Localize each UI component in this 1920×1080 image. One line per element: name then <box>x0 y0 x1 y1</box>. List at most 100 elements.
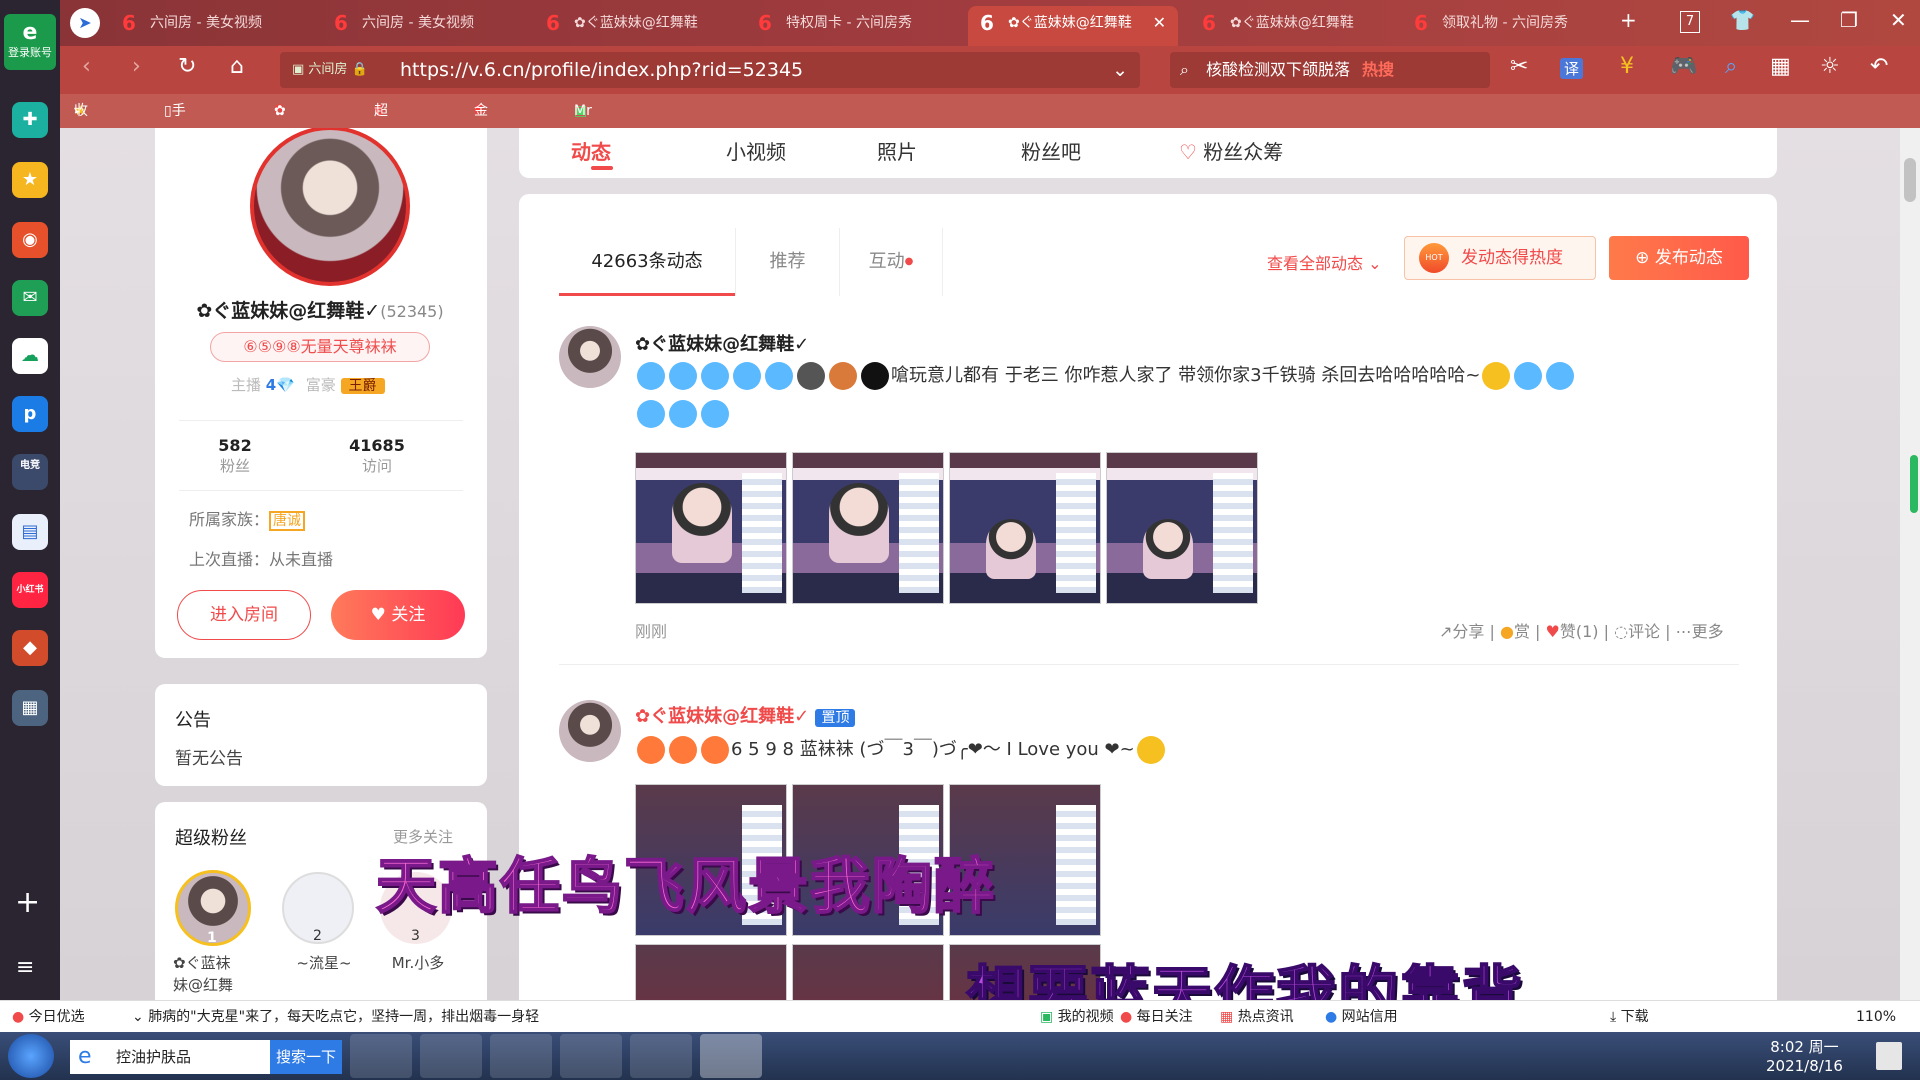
tab-3[interactable]: 6 ✿ぐ蓝妹妹@红舞鞋 <box>534 6 734 46</box>
post-1-avatar[interactable] <box>559 326 621 388</box>
status-download[interactable]: ⤓ 下载 <box>1610 1001 1649 1033</box>
nav-tab-photos[interactable]: 照片 <box>877 136 917 165</box>
tab-count-badge[interactable]: 7 <box>1680 11 1700 33</box>
status-daily[interactable]: ● 每日关注 <box>1120 1001 1193 1033</box>
taskbar-player-icon[interactable] <box>630 1034 692 1078</box>
dropdown-icon[interactable]: ⌄ <box>1112 52 1128 88</box>
avatar[interactable] <box>250 128 410 286</box>
fan-name-2[interactable]: ~流星~ <box>281 952 367 973</box>
clock[interactable]: 8:02 周一 2021/8/16 <box>1766 1036 1843 1075</box>
mail-icon[interactable]: ✉ <box>12 280 48 316</box>
status-news[interactable]: ▦ 热点资讯 <box>1220 1001 1294 1033</box>
scissors-icon[interactable]: ✂ <box>1510 54 1528 79</box>
side-handle[interactable] <box>1910 455 1918 513</box>
family-badge[interactable]: 唐诚 <box>269 511 306 531</box>
coin-icon[interactable]: ¥ <box>1620 54 1634 79</box>
new-tab-icon[interactable]: + <box>1620 8 1637 32</box>
minimize-icon[interactable]: — <box>1790 8 1810 32</box>
taskbar-search-button[interactable]: 搜索一下 <box>270 1040 342 1074</box>
news-ticker[interactable]: ⌄ 肺病的"大克星"来了，每天吃点它，坚持一周，排出烟毒一身轻 <box>132 1001 539 1033</box>
nav-tab-feed[interactable]: 动态 <box>571 136 611 165</box>
refresh-icon[interactable]: ↻ <box>178 54 196 79</box>
enter-room-button[interactable]: 进入房间 <box>177 590 311 640</box>
taskbar-folder-icon[interactable] <box>490 1034 552 1078</box>
navigate-icon[interactable]: ➤ <box>70 8 100 38</box>
like-link[interactable]: ♥赞(1) <box>1546 622 1599 641</box>
grid-icon[interactable]: ▦ <box>1770 54 1791 79</box>
undo-icon[interactable]: ↶ <box>1870 54 1888 79</box>
taskbar-ie-icon[interactable] <box>420 1034 482 1078</box>
feed-tab-recommend[interactable]: 推荐 <box>735 228 839 296</box>
page-scrollbar[interactable] <box>1900 128 1920 1000</box>
taskbar-ie-search-input[interactable]: e 控油护肤品 <box>70 1040 270 1074</box>
taskbar-browser-icon[interactable] <box>560 1034 622 1078</box>
post-1-author[interactable]: ✿ぐ蓝妹妹@红舞鞋✓ <box>635 330 809 356</box>
feed-tab-all[interactable]: 42663条动态 <box>559 228 735 296</box>
brightness-icon[interactable]: ☼ <box>1820 54 1840 79</box>
status-my-video[interactable]: ▣ 我的视频 <box>1040 1001 1114 1033</box>
address-input[interactable]: ▣ 六间房 🔒 https://v.6.cn/profile/index.php… <box>280 52 1140 88</box>
shirt-icon[interactable]: 👕 <box>1730 8 1755 32</box>
today-picks[interactable]: ● 今日优选 <box>12 1001 85 1033</box>
esports-icon[interactable]: 电竞 <box>12 454 48 490</box>
home-icon[interactable]: ⌂ <box>230 54 244 79</box>
xiaohongshu-icon[interactable]: 小红书 <box>12 572 48 608</box>
tab-1[interactable]: 6 六间房 - 美女视频 <box>110 6 310 46</box>
close-tab-icon[interactable]: ✕ <box>1153 6 1166 40</box>
nav-tab-videos[interactable]: 小视频 <box>726 136 786 165</box>
weibo-icon[interactable]: ◉ <box>12 222 48 258</box>
tab-6[interactable]: 6 ✿ぐ蓝妹妹@红舞鞋 <box>1190 6 1390 46</box>
taskbar-app-icon[interactable] <box>700 1034 762 1078</box>
zoom-level[interactable]: 110% <box>1856 1001 1896 1033</box>
reward-link[interactable]: ●赏 <box>1500 622 1530 641</box>
tab-4[interactable]: 6 特权周卡 - 六间房秀 <box>746 6 946 46</box>
p-app-icon[interactable]: p <box>12 396 48 432</box>
fan-name-1[interactable]: ✿ぐ蓝袜 妹@红舞 <box>173 952 259 996</box>
nav-tab-fanbar[interactable]: 粉丝吧 <box>1021 136 1081 165</box>
tab-5-active[interactable]: 6 ✿ぐ蓝妹妹@红舞鞋 ✕ <box>968 6 1178 46</box>
game-icon[interactable]: ◆ <box>12 630 48 666</box>
gamepad-icon[interactable]: 🎮 <box>1670 54 1697 79</box>
start-button[interactable] <box>8 1034 54 1078</box>
add-icon[interactable]: + <box>15 885 40 920</box>
post-1-image-2[interactable] <box>792 452 944 604</box>
view-all-dropdown[interactable]: 查看全部动态 ⌄ <box>1267 250 1382 274</box>
login-button[interactable]: e 登录账号 <box>4 14 56 70</box>
bookmark-favorites[interactable]: ★ 收藏 ▾ <box>74 94 88 153</box>
tab-7[interactable]: 6 领取礼物 - 六间房秀 <box>1402 6 1602 46</box>
post-2-image-4[interactable] <box>635 944 787 1000</box>
taskbar-k-app-icon[interactable] <box>350 1034 412 1078</box>
post-1-image-4[interactable] <box>1106 452 1258 604</box>
restore-icon[interactable]: ❐ <box>1840 8 1858 32</box>
plus-square-icon[interactable]: ✚ <box>12 102 48 138</box>
more-link[interactable]: ⋯更多 <box>1676 622 1724 641</box>
forward-icon[interactable]: › <box>132 54 141 79</box>
cloud-icon[interactable]: ☁ <box>12 338 48 374</box>
star-icon[interactable]: ★ <box>12 162 48 198</box>
status-credit[interactable]: ● 网站信用 <box>1325 1001 1398 1033</box>
heat-button[interactable]: HOT 发动态得热度 <box>1404 236 1596 280</box>
post-1-image-3[interactable] <box>949 452 1101 604</box>
back-icon[interactable]: ‹ <box>82 54 91 79</box>
post-2-image-5[interactable] <box>792 944 944 1000</box>
translate-icon[interactable]: 译 <box>1560 58 1584 79</box>
fan-name-3[interactable]: Mr.小多 <box>375 952 461 973</box>
doc-icon[interactable]: ▤ <box>12 514 48 550</box>
bookmark-mobile[interactable]: ▯ 手机收藏夹 <box>164 94 186 255</box>
fans-stat[interactable]: 582 粉丝 <box>205 436 265 476</box>
search-input[interactable]: ⌕ 核酸检测双下颌脱落 热搜 <box>1170 52 1490 88</box>
notification-center-icon[interactable] <box>1876 1042 1902 1070</box>
post-2-author[interactable]: ✿ぐ蓝妹妹@红舞鞋✓ 置顶 <box>635 702 856 728</box>
tv-icon[interactable]: ▦ <box>12 690 48 726</box>
scroll-thumb[interactable] <box>1904 158 1916 202</box>
magnifier-icon[interactable]: ⌕ <box>1725 54 1737 79</box>
follow-button[interactable]: ♥ 关注 <box>331 590 465 640</box>
feed-tab-interact[interactable]: 互动● <box>839 228 943 296</box>
tab-2[interactable]: 6 六间房 - 美女视频 <box>322 6 522 46</box>
visits-stat[interactable]: 41685 访问 <box>337 436 417 476</box>
menu-icon[interactable]: ≡ <box>16 955 34 980</box>
nav-tab-crowdfund[interactable]: ♡ 粉丝众筹 <box>1179 136 1283 165</box>
share-link[interactable]: ↗分享 <box>1439 622 1484 641</box>
post-2-avatar[interactable] <box>559 700 621 762</box>
comment-link[interactable]: ◌评论 <box>1614 622 1660 641</box>
